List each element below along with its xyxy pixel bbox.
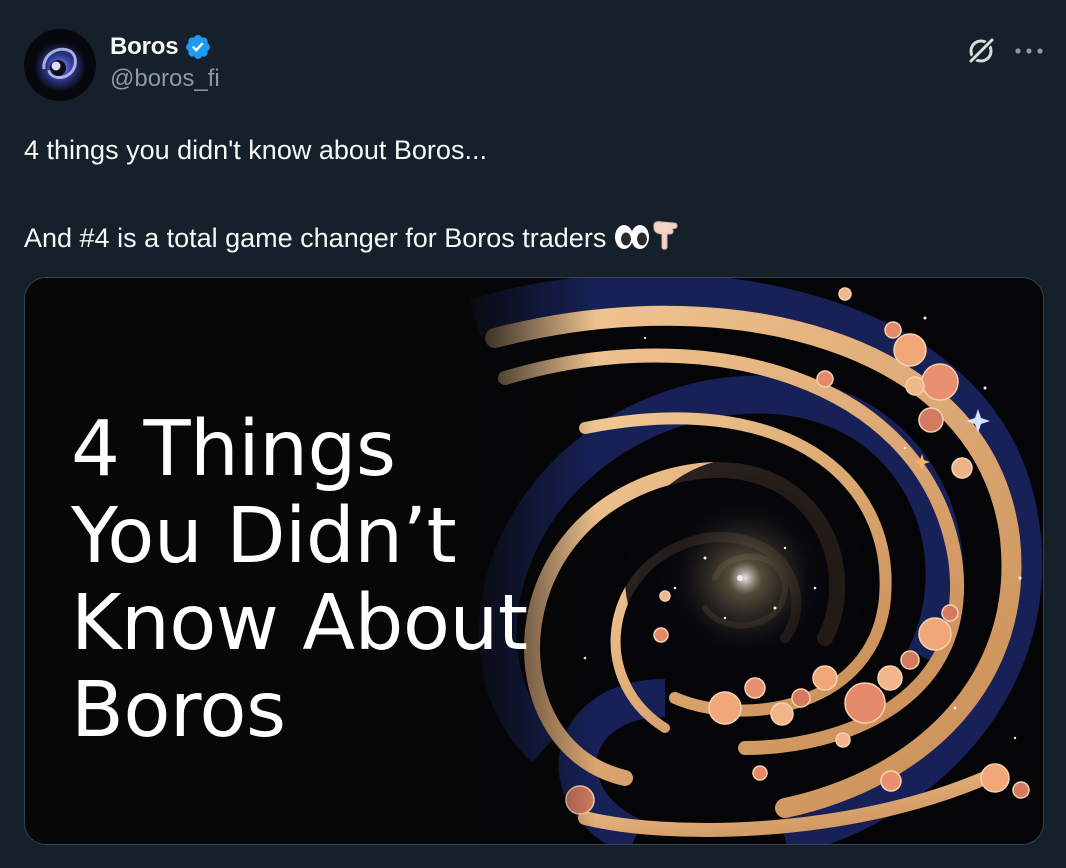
media-headline-line-4: Boros — [71, 666, 286, 755]
tweet-media-image[interactable]: 4 Things You Didn’t Know About Boros — [24, 277, 1044, 845]
pointing-down-emoji-icon — [653, 221, 678, 250]
eyes-emoji-icon — [614, 225, 649, 249]
tweet-line-2-row: And #4 is a total game changer for Boros… — [24, 216, 1034, 260]
handle[interactable]: @boros_fi — [110, 65, 220, 93]
tweet-line-1: 4 things you didn't know about Boros... — [24, 135, 487, 165]
author-names: Boros @boros_fi — [110, 30, 220, 93]
media-headline-line-1: 4 Things — [71, 405, 396, 494]
top-actions — [964, 34, 1044, 68]
tweet: Boros @boros_fi 4 things you didn't know… — [0, 0, 1066, 868]
display-name-row: Boros — [110, 30, 220, 64]
media-headline-line-2: You Didn’t — [71, 492, 457, 581]
media-headline: 4 Things You Didn’t Know About Boros — [71, 406, 528, 754]
avatar[interactable] — [24, 29, 96, 101]
tweet-line-2: And #4 is a total game changer for Boros… — [24, 223, 607, 253]
tweet-text: 4 things you didn't know about Boros... … — [24, 128, 1034, 260]
display-name[interactable]: Boros — [110, 33, 179, 61]
more-icon[interactable] — [1014, 46, 1044, 56]
boros-logo-icon — [24, 29, 96, 101]
grok-icon[interactable] — [964, 34, 998, 68]
verified-badge-icon[interactable] — [184, 33, 212, 61]
media-headline-line-3: Know About — [71, 579, 528, 668]
